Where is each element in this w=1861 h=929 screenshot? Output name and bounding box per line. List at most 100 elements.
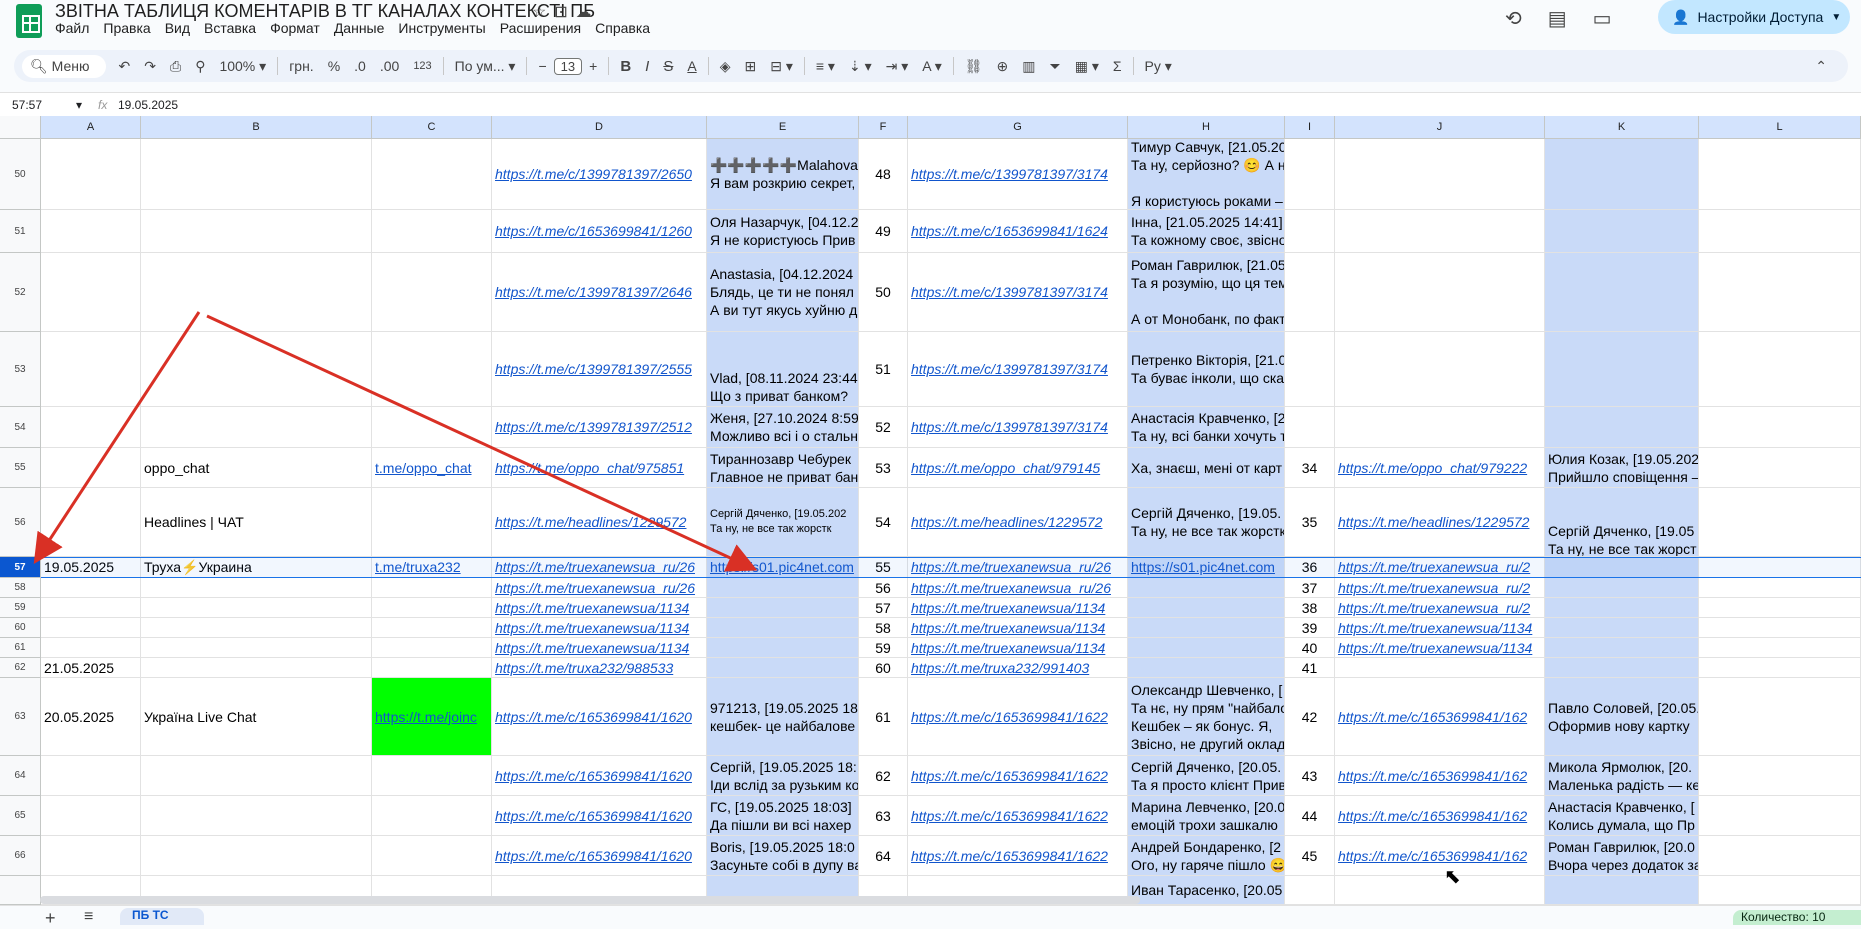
cell-e54[interactable]: Женя, [27.10.2024 8:59 Можливо всі і о с… (707, 407, 859, 448)
cell-f62[interactable]: 60 (859, 658, 908, 678)
cell-a58[interactable] (41, 578, 141, 598)
row-header[interactable]: 55 (0, 448, 41, 488)
cell-g59[interactable]: https://t.me/truexanewsua/1134 (908, 598, 1128, 618)
increase-decimal-button[interactable]: .00 (373, 58, 406, 74)
cell-j58[interactable]: https://t.me/truexanewsua_ru/2 (1335, 578, 1545, 598)
cell-b55[interactable]: oppo_chat (141, 448, 372, 488)
cell-j56[interactable]: https://t.me/headlines/1229572 (1335, 488, 1545, 557)
menu-tools[interactable]: Инструменты (398, 20, 485, 36)
cell-h65[interactable]: Марина Левченко, [20.0 емоцій трохи зашк… (1128, 796, 1285, 836)
cell-f66[interactable]: 64 (859, 836, 908, 876)
cell-d53[interactable]: https://t.me/c/1399781397/2555 (492, 332, 707, 407)
row-header[interactable]: 57 (0, 557, 41, 578)
cell-l60[interactable] (1699, 618, 1861, 638)
share-button[interactable]: 👤 Настройки Доступа ▼ (1658, 0, 1850, 34)
insert-chart-icon[interactable]: ▥ (1015, 58, 1042, 75)
cell-j55[interactable]: https://t.me/oppo_chat/979222 (1335, 448, 1545, 488)
cell-inext[interactable] (1285, 876, 1335, 905)
cell-b63[interactable]: Україна Live Chat (141, 678, 372, 756)
cell-l52[interactable] (1699, 253, 1861, 332)
cell-c63[interactable]: https://t.me/joinc (372, 678, 492, 756)
cell-a66[interactable] (41, 836, 141, 876)
cell-h54[interactable]: Анастасія Кравченко, [2 Та ну, всі банки… (1128, 407, 1285, 448)
cell-c57[interactable]: t.me/truxa232 (372, 557, 492, 578)
text-wrap-icon[interactable]: ⇥ ▾ (879, 58, 916, 75)
cell-j54[interactable] (1335, 407, 1545, 448)
sheet-tab[interactable]: ПБ ТС (120, 908, 204, 925)
add-sheet-icon[interactable]: + (45, 908, 56, 929)
functions-icon[interactable]: Σ (1106, 58, 1129, 74)
cell-i64[interactable]: 43 (1285, 756, 1335, 796)
cell-g63[interactable]: https://t.me/c/1653699841/1622 (908, 678, 1128, 756)
cell-l55[interactable] (1699, 448, 1861, 488)
cell-a62[interactable]: 21.05.2025 (41, 658, 141, 678)
strikethrough-icon[interactable]: S (656, 58, 680, 75)
all-sheets-icon[interactable]: ≡ (84, 908, 93, 926)
cell-b64[interactable] (141, 756, 372, 796)
cell-e65[interactable]: ГС, [19.05.2025 18:03] Да пішли ви всі н… (707, 796, 859, 836)
row-header[interactable] (0, 876, 41, 905)
cell-k50[interactable] (1545, 139, 1699, 210)
cell-l61[interactable] (1699, 638, 1861, 658)
cell-b52[interactable] (141, 253, 372, 332)
cell-k66[interactable]: Роман Гаврилюк, [20.0 Вчора через додато… (1545, 836, 1699, 876)
cell-d66[interactable]: https://t.me/c/1653699841/1620 (492, 836, 707, 876)
cell-d61[interactable]: https://t.me/truexanewsua/1134 (492, 638, 707, 658)
selection-count[interactable]: Количество: 10 (1733, 910, 1861, 925)
cell-c56[interactable] (372, 488, 492, 557)
cell-l66[interactable] (1699, 836, 1861, 876)
cell-j62[interactable] (1335, 658, 1545, 678)
cell-e59[interactable] (707, 598, 859, 618)
cell-i59[interactable]: 38 (1285, 598, 1335, 618)
cell-j64[interactable]: https://t.me/c/1653699841/162 (1335, 756, 1545, 796)
cell-e58[interactable] (707, 578, 859, 598)
cell-b59[interactable] (141, 598, 372, 618)
cell-d63[interactable]: https://t.me/c/1653699841/1620 (492, 678, 707, 756)
column-header-c[interactable]: C (372, 116, 492, 139)
cell-f53[interactable]: 51 (859, 332, 908, 407)
cell-j63[interactable]: https://t.me/c/1653699841/162 (1335, 678, 1545, 756)
cell-d51[interactable]: https://t.me/c/1653699841/1260 (492, 210, 707, 253)
cell-i54[interactable] (1285, 407, 1335, 448)
cell-k64[interactable]: Микола Ярмолюк, [20. Маленька радість — … (1545, 756, 1699, 796)
cell-f65[interactable]: 63 (859, 796, 908, 836)
cell-i65[interactable]: 44 (1285, 796, 1335, 836)
row-header[interactable]: 64 (0, 756, 41, 796)
row-header[interactable]: 65 (0, 796, 41, 836)
cell-c62[interactable] (372, 658, 492, 678)
cell-e51[interactable]: Оля Назарчук, [04.12.2 Я не користуюсь П… (707, 210, 859, 253)
cell-b53[interactable] (141, 332, 372, 407)
menu-file[interactable]: Файл (55, 20, 89, 36)
print-icon[interactable]: ⎙ (163, 58, 188, 75)
cloud-status-icon[interactable]: ☁ (576, 2, 592, 22)
cell-i51[interactable] (1285, 210, 1335, 253)
cell-j53[interactable] (1335, 332, 1545, 407)
menu-view[interactable]: Вид (165, 20, 190, 36)
column-header-f[interactable]: F (859, 116, 908, 139)
cell-a52[interactable] (41, 253, 141, 332)
document-title[interactable]: ЗВІТНА ТАБЛИЦЯ КОМЕНТАРІВ В ТГ КАНАЛАХ К… (55, 1, 595, 22)
select-all-corner[interactable] (0, 116, 41, 139)
cell-d64[interactable]: https://t.me/c/1653699841/1620 (492, 756, 707, 796)
cell-i63[interactable]: 42 (1285, 678, 1335, 756)
font-size-input[interactable]: 13 (553, 57, 583, 75)
align-horizontal-icon[interactable]: ≡ ▾ (809, 58, 842, 75)
cell-e64[interactable]: Сергій, [19.05.2025 18: Іди вслід за руз… (707, 756, 859, 796)
cell-j65[interactable]: https://t.me/c/1653699841/162 (1335, 796, 1545, 836)
cell-f59[interactable]: 57 (859, 598, 908, 618)
cell-h63[interactable]: Олександр Шевченко, [ Та нє, ну прям "на… (1128, 678, 1285, 756)
row-header[interactable]: 62 (0, 658, 41, 678)
cell-c52[interactable] (372, 253, 492, 332)
cell-k56[interactable]: Сергій Дяченко, [19.05 Та ну, не все так… (1545, 488, 1699, 557)
cell-k63[interactable]: Павло Соловей, [20.05. Оформив нову карт… (1545, 678, 1699, 756)
cell-i66[interactable]: 45 (1285, 836, 1335, 876)
cell-d62[interactable]: https://t.me/truxa232/988533 (492, 658, 707, 678)
cell-lnext[interactable] (1699, 876, 1861, 905)
cell-k58[interactable] (1545, 578, 1699, 598)
cell-f52[interactable]: 50 (859, 253, 908, 332)
column-header-j[interactable]: J (1335, 116, 1545, 139)
cell-d55[interactable]: https://t.me/oppo_chat/975851 (492, 448, 707, 488)
row-header[interactable]: 51 (0, 210, 41, 253)
cell-h53[interactable]: Петренко Вікторія, [21.0 Та буває інколи… (1128, 332, 1285, 407)
cell-j50[interactable] (1335, 139, 1545, 210)
